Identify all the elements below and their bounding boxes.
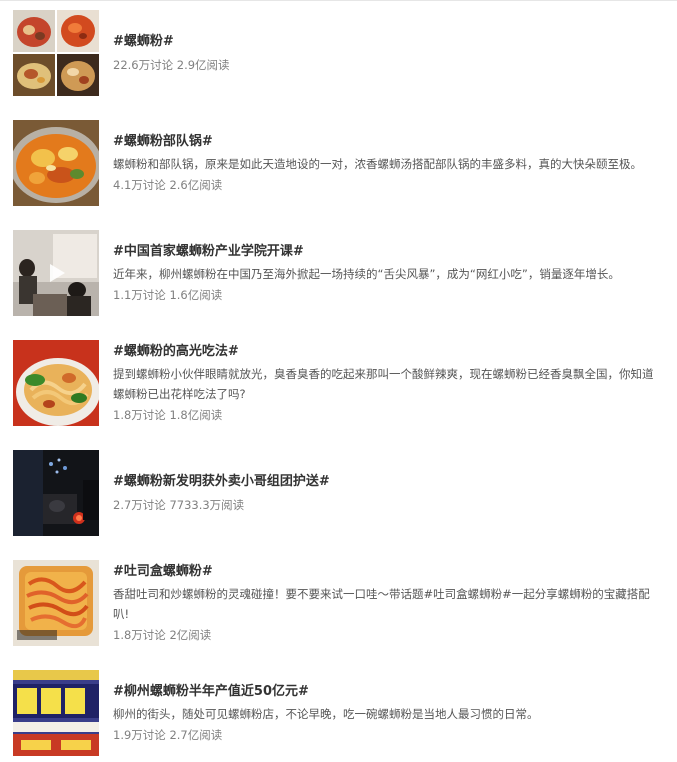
hotpot-image[interactable] <box>13 120 99 206</box>
shop-sign-image[interactable] <box>13 670 99 756</box>
topic-stats: 4.1万讨论 2.6亿阅读 <box>113 177 223 192</box>
topic-description: 近年来，柳州螺蛳粉在中国乃至海外掀起一场持续的“舌尖风暴”，成为“网红小吃”，销… <box>113 266 620 281</box>
topic-title[interactable]: #螺蛳粉新发明获外卖小哥组团护送# <box>113 473 659 491</box>
topic-title[interactable]: #螺蛳粉# <box>113 33 659 51</box>
topic-stats: 1.8万讨论 2亿阅读 <box>113 627 212 642</box>
toast-noodle-image[interactable] <box>13 560 99 646</box>
topic-item[interactable]: #螺蛳粉# 22.6万讨论 2.9亿阅读 <box>0 10 677 96</box>
topic-description: 柳州的街头，随处可见螺蛳粉店，不论早晚，吃一碗螺蛳粉是当地人最习惯的日常。 <box>113 706 539 721</box>
topic-info: #螺蛳粉# 22.6万讨论 2.9亿阅读 <box>113 10 659 96</box>
noodle-bowl-image[interactable] <box>13 340 99 426</box>
topic-description: 提到螺蛳粉小伙伴眼睛就放光，臭香臭香的吃起来那叫一个酸鲜辣爽，现在螺蛳粉已经香臭… <box>113 366 654 401</box>
topic-item[interactable]: #柳州螺蛳粉半年产值近50亿元# 柳州的街头，随处可见螺蛳粉店，不论早晚，吃一碗… <box>0 670 677 756</box>
topic-item[interactable]: #螺蛳粉新发明获外卖小哥组团护送# 2.7万讨论 7733.3万阅读 <box>0 450 677 536</box>
food-collage-image[interactable] <box>13 10 99 96</box>
topic-title[interactable]: #螺蛳粉的高光吃法# <box>113 343 659 361</box>
topic-item[interactable]: #吐司盒螺蛳粉# 香甜吐司和炒螺蛳粉的灵魂碰撞！要不要来试一口哇～带话题#吐司盒… <box>0 560 677 646</box>
night-street-image[interactable] <box>13 450 99 536</box>
topic-item[interactable]: #螺蛳粉部队锅# 螺蛳粉和部队锅，原来是如此天造地设的一对，浓香螺蛳汤搭配部队锅… <box>0 120 677 206</box>
topic-title[interactable]: #柳州螺蛳粉半年产值近50亿元# <box>113 683 659 701</box>
topic-stats: 1.9万讨论 2.7亿阅读 <box>113 727 223 742</box>
video-play-icon[interactable] <box>13 230 99 316</box>
topic-title[interactable]: #中国首家螺蛳粉产业学院开课# <box>113 243 659 261</box>
classroom-video-thumbnail[interactable] <box>13 230 99 316</box>
topic-stats: 1.1万讨论 1.6亿阅读 <box>113 287 223 302</box>
topic-info: #中国首家螺蛳粉产业学院开课# 近年来，柳州螺蛳粉在中国乃至海外掀起一场持续的“… <box>113 230 659 316</box>
topic-item[interactable]: #螺蛳粉的高光吃法# 提到螺蛳粉小伙伴眼睛就放光，臭香臭香的吃起来那叫一个酸鲜辣… <box>0 340 677 426</box>
topic-title[interactable]: #螺蛳粉部队锅# <box>113 133 659 151</box>
topic-info: #柳州螺蛳粉半年产值近50亿元# 柳州的街头，随处可见螺蛳粉店，不论早晚，吃一碗… <box>113 670 659 756</box>
topic-title[interactable]: #吐司盒螺蛳粉# <box>113 563 659 581</box>
topic-description: 螺蛳粉和部队锅，原来是如此天造地设的一对，浓香螺蛳汤搭配部队锅的丰盛多料，真的大… <box>113 156 642 171</box>
topic-stats: 2.7万讨论 7733.3万阅读 <box>113 497 245 512</box>
topic-description: 香甜吐司和炒螺蛳粉的灵魂碰撞！要不要来试一口哇～带话题#吐司盒螺蛳粉#一起分享螺… <box>113 586 650 621</box>
topic-stats: 1.8万讨论 1.8亿阅读 <box>113 407 223 422</box>
topic-info: #吐司盒螺蛳粉# 香甜吐司和炒螺蛳粉的灵魂碰撞！要不要来试一口哇～带话题#吐司盒… <box>113 560 659 646</box>
topic-item[interactable]: #中国首家螺蛳粉产业学院开课# 近年来，柳州螺蛳粉在中国乃至海外掀起一场持续的“… <box>0 230 677 316</box>
topic-info: #螺蛳粉的高光吃法# 提到螺蛳粉小伙伴眼睛就放光，臭香臭香的吃起来那叫一个酸鲜辣… <box>113 340 659 426</box>
topic-info: #螺蛳粉新发明获外卖小哥组团护送# 2.7万讨论 7733.3万阅读 <box>113 450 659 536</box>
topic-info: #螺蛳粉部队锅# 螺蛳粉和部队锅，原来是如此天造地设的一对，浓香螺蛳汤搭配部队锅… <box>113 120 659 206</box>
topic-list: #螺蛳粉# 22.6万讨论 2.9亿阅读 #螺蛳粉部队锅# 螺蛳粉和部队锅，原来… <box>0 0 677 762</box>
topic-stats: 22.6万讨论 2.9亿阅读 <box>113 57 230 72</box>
